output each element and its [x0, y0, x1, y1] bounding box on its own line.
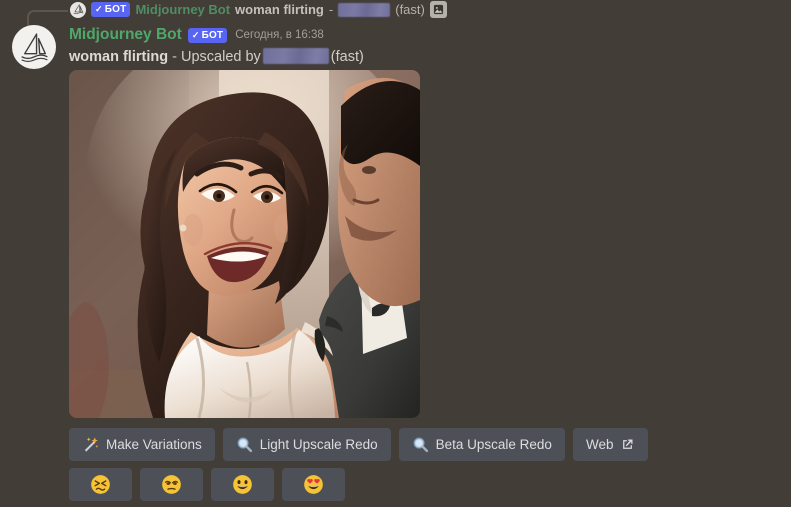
image-attachment-icon — [429, 1, 447, 18]
redacted-username — [262, 48, 329, 64]
discord-message-view: ✓ БОТ Midjourney Bot woman flirting - (fa… — [0, 0, 791, 507]
prompt-text: woman flirting — [69, 49, 169, 65]
reaction-confounded-face[interactable] — [69, 468, 132, 501]
button-label: Make Variations — [106, 436, 202, 452]
message-header: Midjourney Bot ✓ БОТ Сегодня, в 16:38 — [69, 26, 324, 44]
reply-redacted-username — [338, 2, 391, 17]
message-title: woman flirting - Upscaled by (fast) — [69, 48, 364, 65]
light-upscale-redo-button[interactable]: Light Upscale Redo — [222, 428, 391, 461]
midjourney-sailboat-icon — [70, 1, 86, 18]
message-timestamp: Сегодня, в 16:38 — [235, 29, 324, 41]
upscale-action-label: Upscaled by — [181, 49, 261, 65]
generated-artwork — [69, 70, 420, 418]
message-author-name[interactable]: Midjourney Bot — [69, 26, 182, 44]
magic-wand-sparkles-icon — [82, 436, 99, 453]
button-label: Light Upscale Redo — [259, 436, 378, 452]
reaction-row — [69, 468, 345, 501]
speed-label: (fast) — [330, 49, 364, 65]
reply-speed-label: (fast) — [395, 2, 425, 17]
make-variations-button[interactable]: Make Variations — [69, 428, 215, 461]
attachment-image[interactable] — [69, 70, 420, 418]
magnifying-glass-icon — [236, 436, 253, 453]
reaction-grinning-face[interactable] — [211, 468, 274, 501]
badge-check-icon: ✓ — [95, 4, 103, 14]
external-link-icon — [620, 437, 635, 452]
reply-preview-bar[interactable]: ✓ БОТ Midjourney Bot woman flirting - (fa… — [0, 0, 791, 32]
action-button-row: Make Variations Light Upscale Redo Beta … — [69, 428, 649, 461]
magnifying-glass-icon — [412, 436, 429, 453]
reaction-smiling-face-with-hearts[interactable] — [282, 468, 345, 501]
button-label: Beta Upscale Redo — [435, 436, 552, 452]
confounded-face-emoji — [91, 475, 110, 494]
badge-check-icon: ✓ — [191, 29, 200, 40]
reaction-unamused-face[interactable] — [140, 468, 203, 501]
reply-author-name[interactable]: Midjourney Bot — [135, 2, 230, 17]
unamused-face-emoji — [162, 475, 181, 494]
web-button[interactable]: Web — [572, 428, 649, 461]
reply-prompt-text: woman flirting — [235, 2, 324, 17]
smiling-face-with-hearts-emoji — [304, 475, 323, 494]
button-label: Web — [585, 436, 614, 452]
grinning-face-emoji — [233, 475, 252, 494]
bot-badge: ✓ БОТ — [187, 27, 228, 43]
badge-label: БОТ — [201, 29, 224, 41]
midjourney-sailboat-icon — [20, 32, 48, 62]
avatar[interactable] — [12, 25, 56, 69]
badge-label: БОТ — [104, 4, 127, 15]
beta-upscale-redo-button[interactable]: Beta Upscale Redo — [398, 428, 565, 461]
reply-dash: - — [328, 2, 334, 17]
bot-badge: ✓ БОТ — [91, 2, 131, 17]
title-separator: - — [172, 49, 177, 65]
